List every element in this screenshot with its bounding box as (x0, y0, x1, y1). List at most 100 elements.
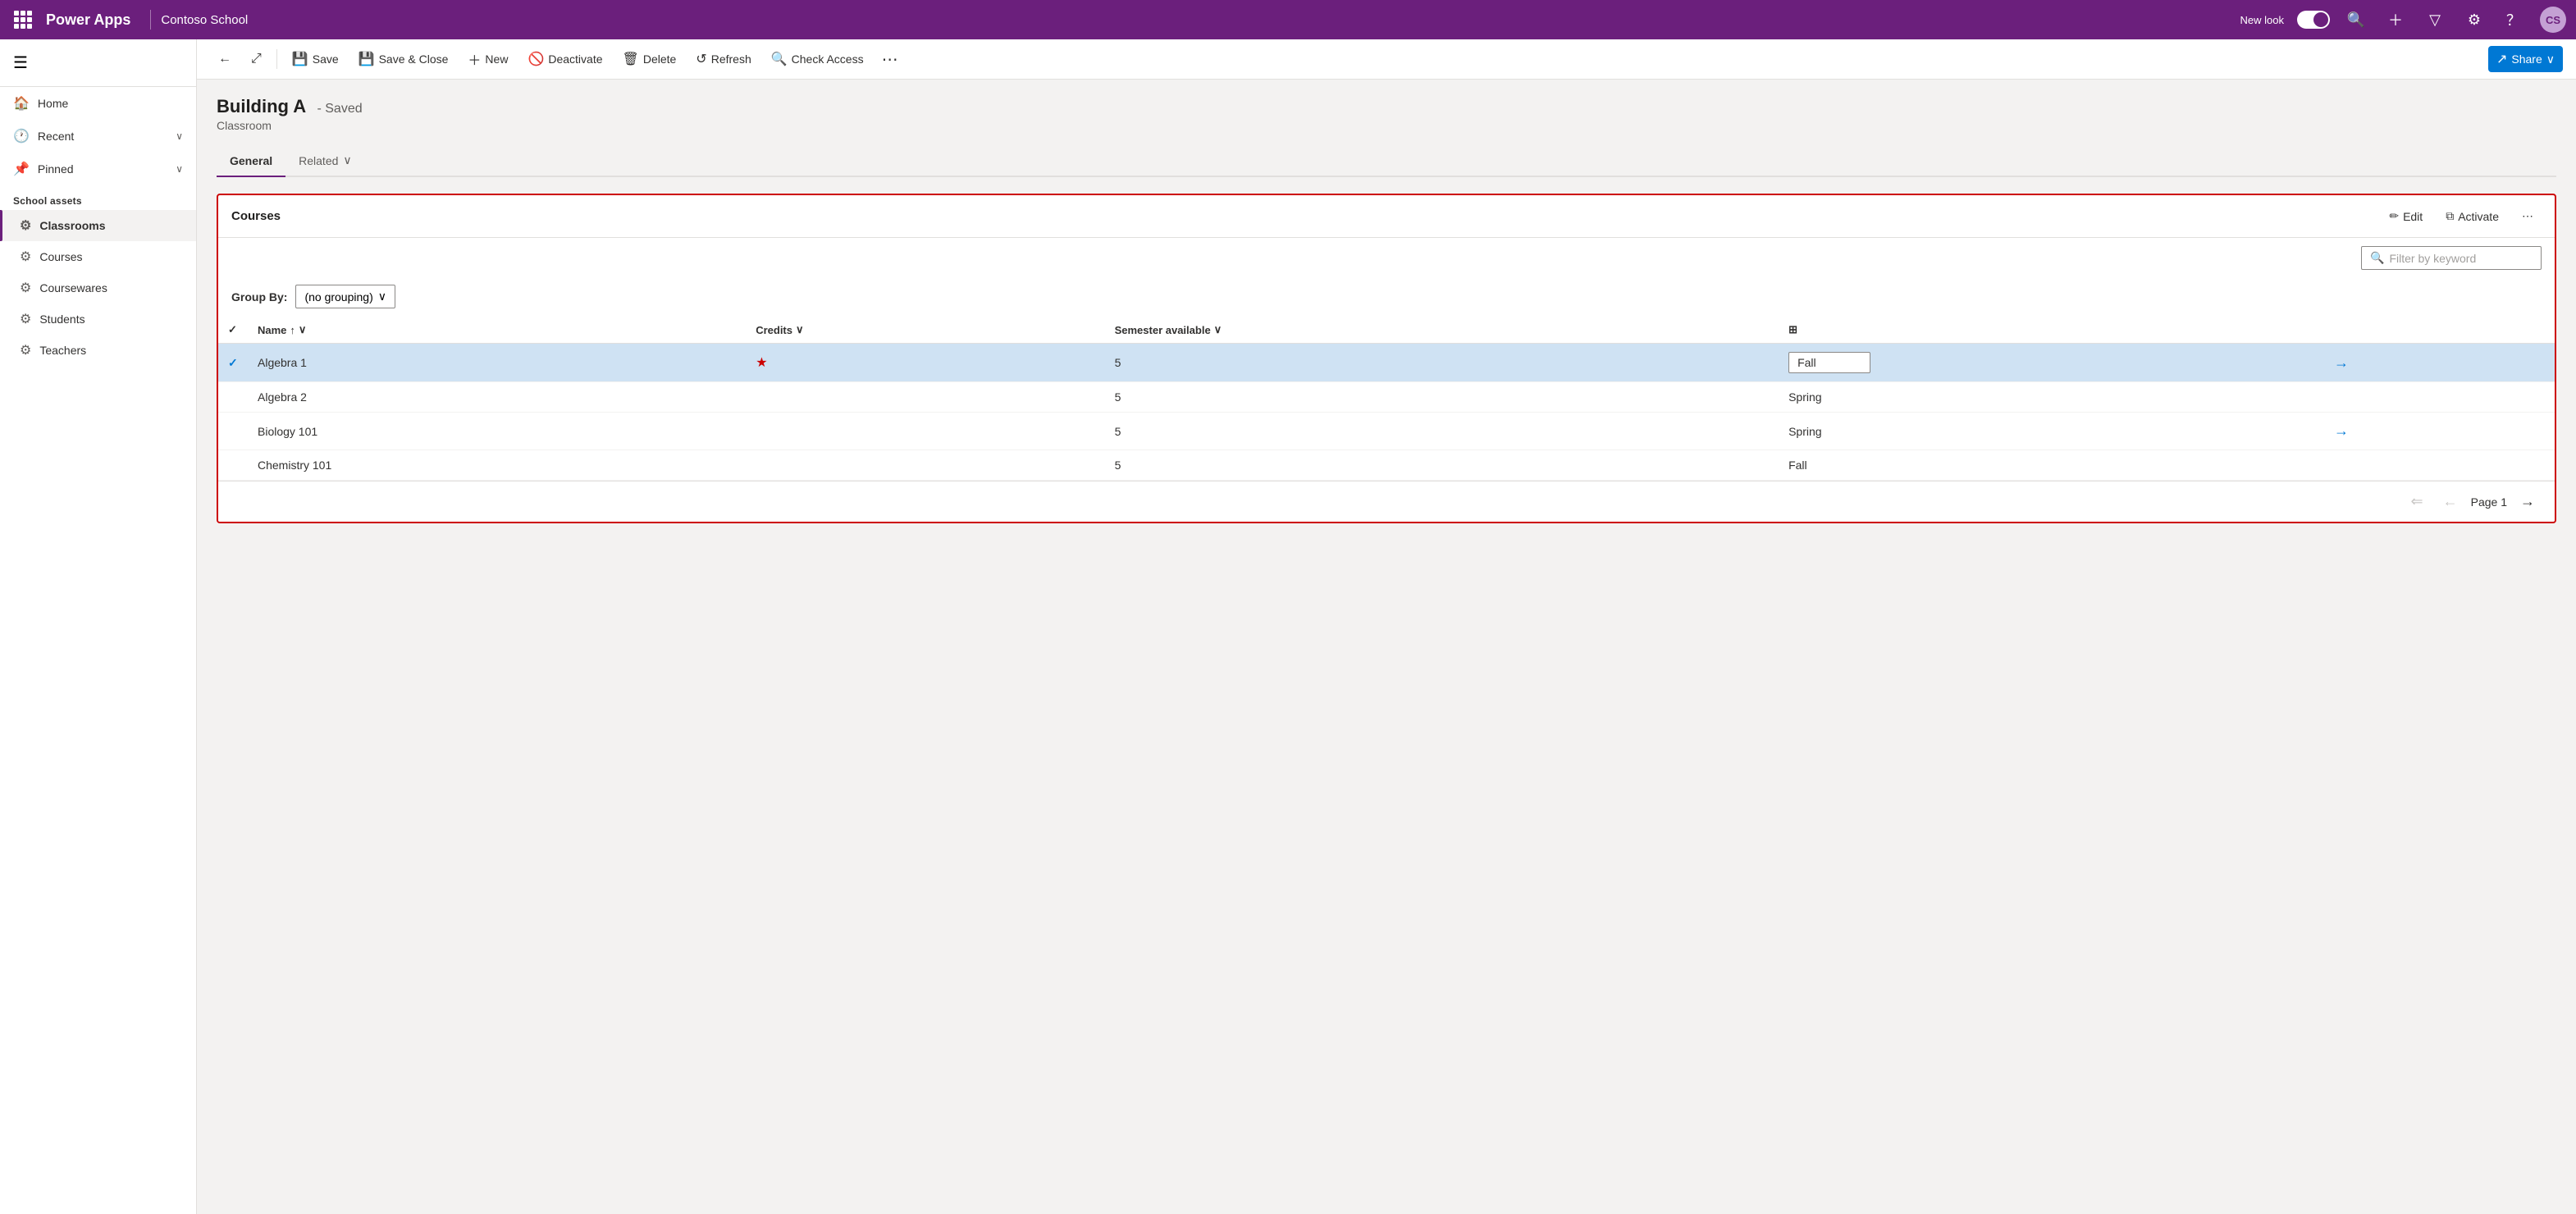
tab-related[interactable]: Related ∨ (285, 145, 365, 177)
semester-col-label: Semester available (1115, 324, 1211, 336)
edit-pencil-icon: ✏ (2389, 209, 2399, 223)
help-icon[interactable]: ？ (2501, 7, 2527, 33)
save-label: Save (313, 52, 339, 66)
top-nav: Power Apps Contoso School New look 🔍 ＋ ▽… (0, 0, 2576, 39)
restore-button[interactable]: ⤢ (243, 47, 270, 71)
row-check-cell-4[interactable] (218, 450, 248, 481)
row-name-biology: Biology 101 (258, 425, 317, 438)
back-button[interactable]: ← (210, 47, 240, 71)
courses-icon: ⚙ (20, 249, 31, 265)
teachers-icon: ⚙ (20, 342, 31, 358)
row-credits-cell-2: 5 (1105, 382, 1779, 413)
header-check[interactable]: ✓ (218, 317, 248, 344)
new-button[interactable]: ＋ New (459, 44, 516, 74)
search-icon[interactable]: 🔍 (2343, 7, 2369, 33)
page-next-button[interactable]: → (2514, 490, 2542, 513)
settings-icon[interactable]: ⚙ (2461, 7, 2487, 33)
sidebar-item-coursewares[interactable]: ⚙ Coursewares (0, 272, 196, 304)
sidebar-item-courses[interactable]: ⚙ Courses (0, 241, 196, 272)
row-semester-cell-2: Spring (1779, 382, 2319, 413)
check-access-button[interactable]: 🔍 Check Access (763, 46, 872, 72)
sidebar-item-teachers[interactable]: ⚙ Teachers (0, 335, 196, 366)
page-prev-button[interactable]: ← (2437, 490, 2464, 513)
more-options-button[interactable]: ⋯ (875, 46, 905, 73)
check-access-label: Check Access (792, 52, 864, 66)
app-context: Contoso School (161, 13, 248, 27)
waffle-menu[interactable] (10, 7, 36, 33)
tab-related-label: Related (299, 154, 338, 167)
refresh-button[interactable]: ↺ Refresh (687, 46, 759, 72)
row-semester-cell-1[interactable]: Fall (1779, 344, 2319, 382)
filter-search-icon: 🔍 (2370, 251, 2384, 265)
header-name[interactable]: Name ↑ ∨ (248, 317, 746, 344)
avatar[interactable]: CS (2540, 7, 2566, 33)
sidebar-section-label: School assets (0, 185, 196, 210)
row-name-cell-4: Chemistry 101 (248, 450, 746, 481)
new-look-toggle[interactable] (2297, 11, 2330, 29)
semester-sort-icon: ∨ (1214, 323, 1222, 336)
share-button[interactable]: ↗ Share ∨ (2488, 46, 2563, 72)
semester-value-3: Spring (1788, 425, 1821, 438)
refresh-icon: ↺ (696, 51, 706, 67)
recent-icon: 🕐 (13, 128, 30, 144)
row-check-cell[interactable]: ✓ (218, 344, 248, 382)
hamburger-icon[interactable]: ☰ (10, 46, 186, 80)
sidebar-item-classrooms[interactable]: ⚙ Classrooms (0, 210, 196, 241)
row-star-cell-2 (746, 382, 1104, 413)
group-by-select[interactable]: (no grouping) ∨ (295, 285, 395, 308)
tab-general[interactable]: General (217, 146, 285, 177)
row-credits-cell-1: 5 (1105, 344, 1779, 382)
page-content: Building A - Saved Classroom General Rel… (197, 80, 2576, 1214)
save-close-button[interactable]: 💾 Save & Close (350, 46, 457, 72)
table-row[interactable]: Biology 101 5 Spring → (218, 413, 2555, 450)
check-access-icon: 🔍 (771, 51, 788, 67)
row-check-cell-2[interactable] (218, 382, 248, 413)
sidebar-recent-label: Recent (38, 130, 74, 143)
deactivate-icon: 🚫 (528, 51, 544, 67)
row-check-cell-3[interactable] (218, 413, 248, 450)
delete-label: Delete (643, 52, 676, 66)
table-row[interactable]: Algebra 2 5 Spring (218, 382, 2555, 413)
filter-input[interactable] (2389, 252, 2533, 265)
delete-button[interactable]: 🗑 Delete (614, 46, 685, 72)
add-icon[interactable]: ＋ (2382, 7, 2409, 33)
sidebar-item-recent[interactable]: 🕐 Recent ∨ (0, 120, 196, 153)
row-name-cell-2: Algebra 2 (248, 382, 746, 413)
save-close-icon: 💾 (359, 51, 375, 67)
courses-section-title: Courses (231, 209, 2381, 223)
sidebar-item-students[interactable]: ⚙ Students (0, 304, 196, 335)
page-first-button[interactable]: ⇐ (2405, 490, 2430, 513)
share-icon: ↗ (2496, 51, 2507, 67)
header-credits[interactable]: Credits ∨ (746, 317, 1104, 344)
row-arrow-cell-3[interactable]: → (2319, 413, 2555, 450)
row-navigate-button-3[interactable]: → (2329, 421, 2354, 441)
semester-input-1[interactable]: Fall (1788, 352, 1870, 373)
header-actions: ⊞ (1779, 317, 2319, 344)
section-activate-button[interactable]: ⧉ Activate (2437, 205, 2507, 227)
app-name: Power Apps (46, 11, 130, 29)
table-row[interactable]: Chemistry 101 5 Fall (218, 450, 2555, 481)
row-name-chemistry: Chemistry 101 (258, 459, 331, 472)
header-semester[interactable]: Semester available ∨ (1105, 317, 1779, 344)
section-activate-label: Activate (2458, 210, 2499, 223)
new-label: New (485, 52, 508, 66)
sidebar-item-pinned[interactable]: 📌 Pinned ∨ (0, 153, 196, 185)
sidebar-item-home[interactable]: 🏠 Home (0, 87, 196, 120)
table-header: ✓ Name ↑ ∨ (218, 317, 2555, 344)
row-arrow-cell-1[interactable]: → (2319, 344, 2555, 382)
filter-icon[interactable]: ▽ (2422, 7, 2448, 33)
sidebar-teachers-label: Teachers (39, 344, 86, 357)
row-name-cell-3: Biology 101 (248, 413, 746, 450)
section-edit-button[interactable]: ✏ Edit (2381, 205, 2431, 227)
tabs: General Related ∨ (217, 145, 2556, 177)
table-row[interactable]: ✓ Algebra 1 ★ 5 (218, 344, 2555, 382)
row-credits-cell-3: 5 (1105, 413, 1779, 450)
row-navigate-button-1[interactable]: → (2329, 353, 2354, 373)
share-label: Share (2511, 52, 2542, 66)
section-more-button[interactable]: ⋯ (2514, 205, 2542, 227)
save-button[interactable]: 💾 Save (284, 46, 347, 72)
new-look-label: New look (2240, 14, 2284, 26)
column-settings-icon[interactable]: ⊞ (1788, 323, 1797, 335)
deactivate-button[interactable]: 🚫 Deactivate (519, 46, 610, 72)
share-chevron-icon: ∨ (2546, 52, 2555, 66)
